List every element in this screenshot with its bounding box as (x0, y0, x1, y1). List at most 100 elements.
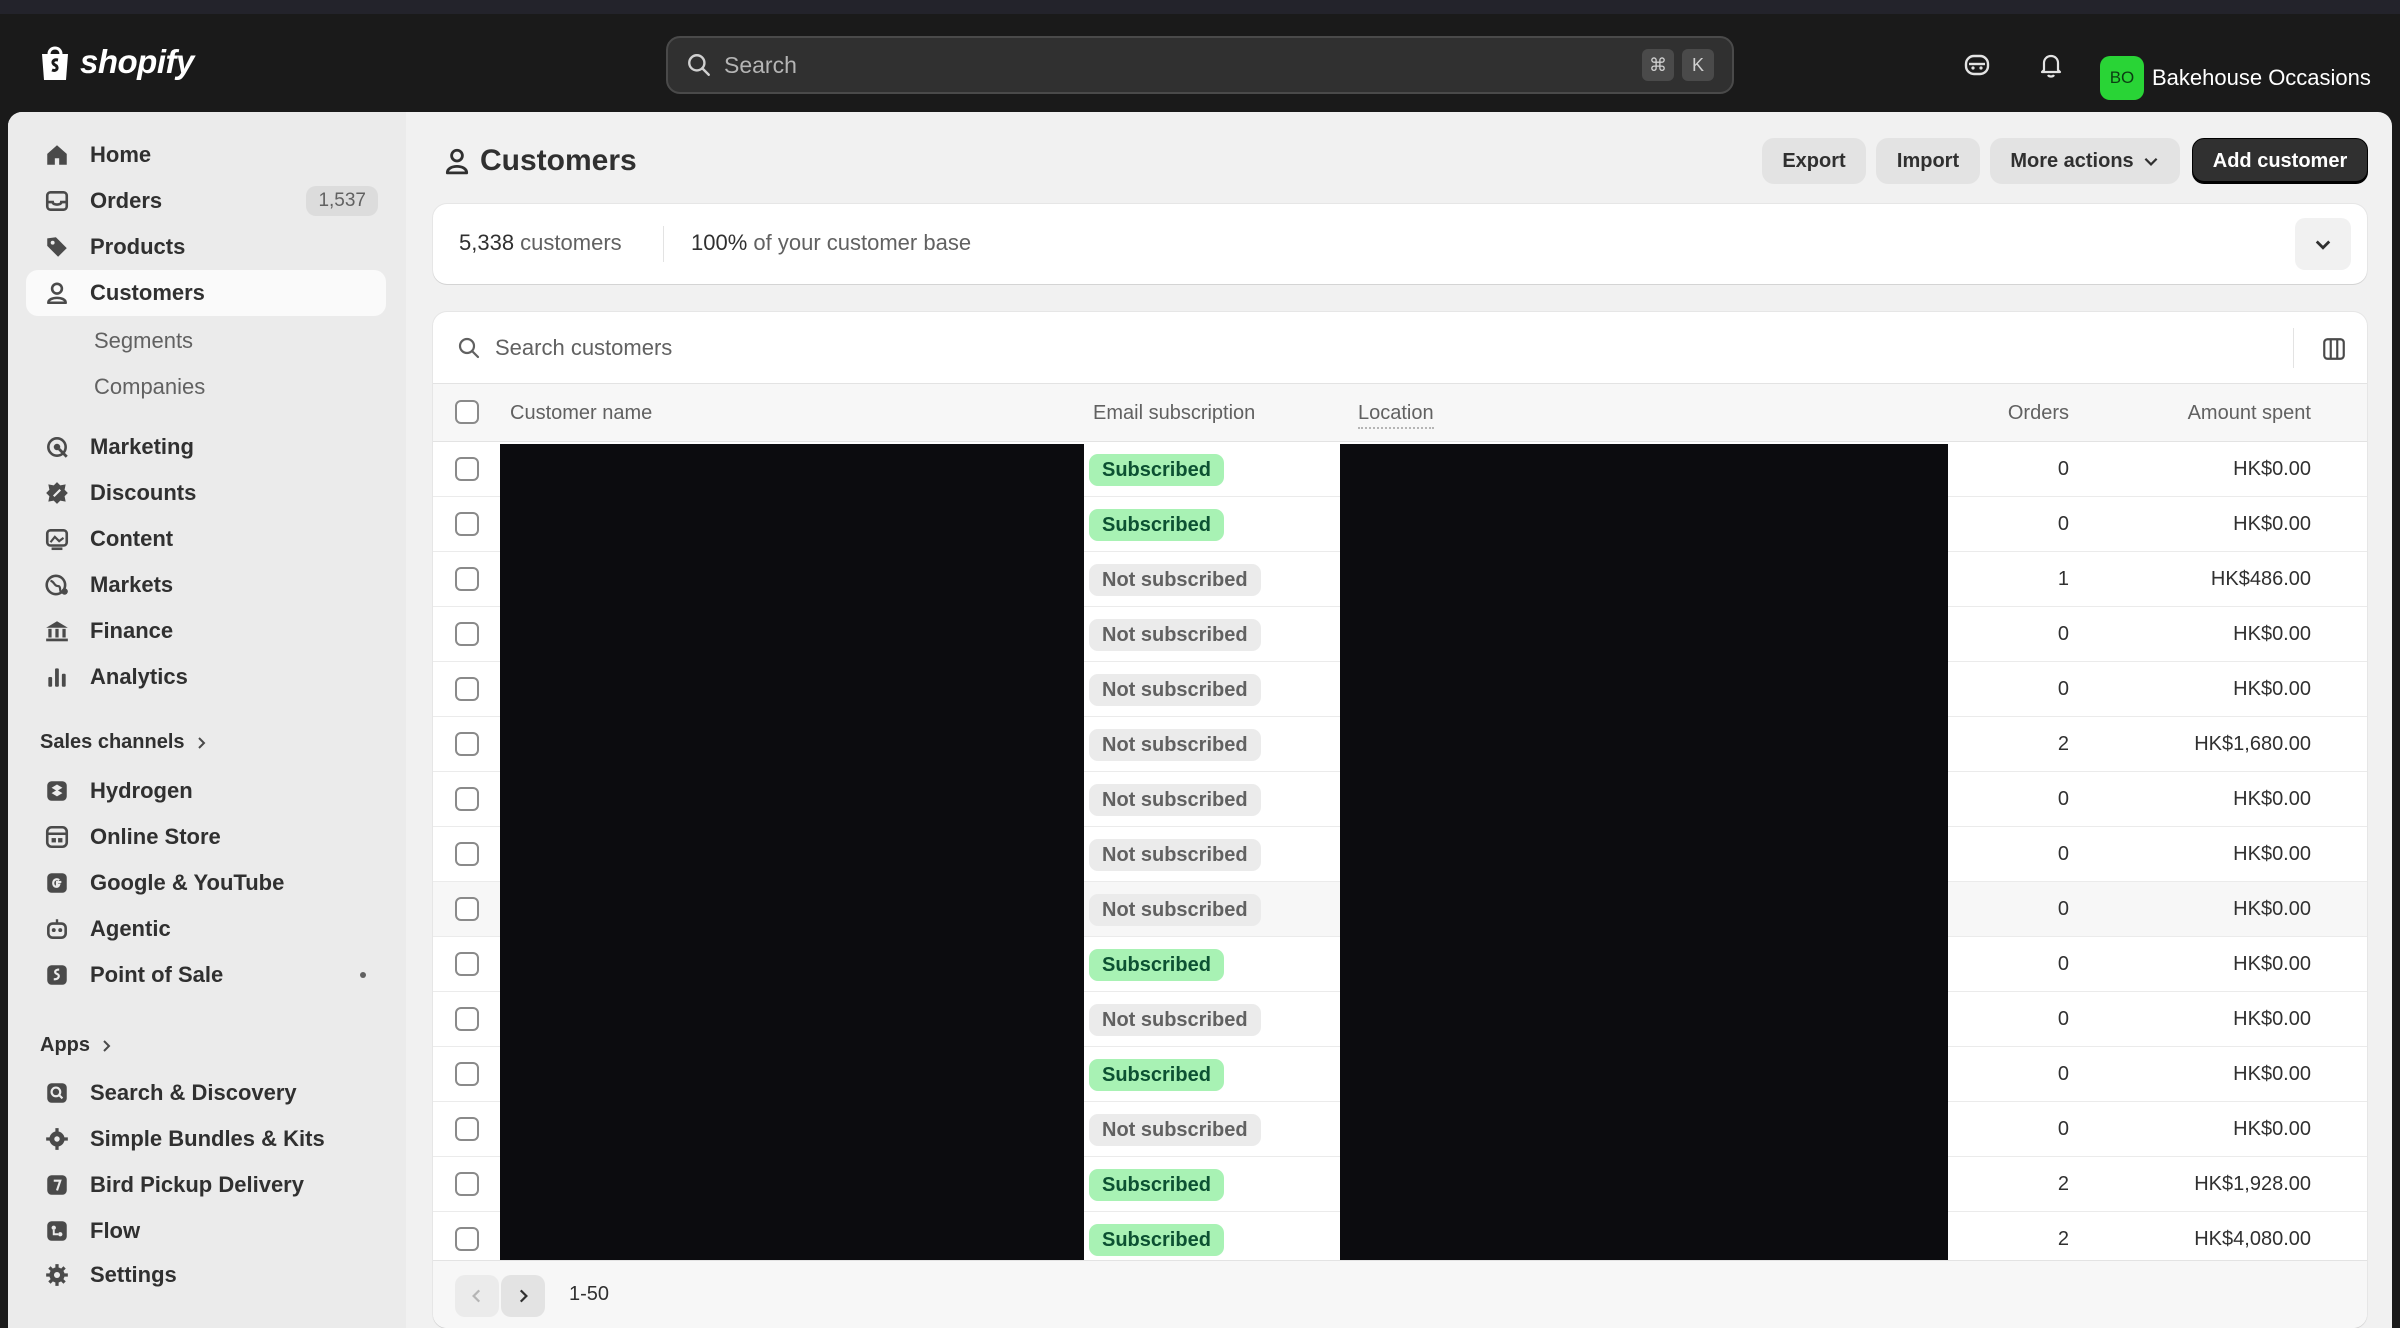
robot-icon (47, 919, 67, 939)
column-amount-spent[interactable]: Amount spent (2188, 402, 2311, 425)
row-checkbox[interactable] (455, 1062, 479, 1086)
sidebar-item-google-youtube[interactable]: Google & YouTube (26, 860, 386, 906)
customer-summary-card: 5,338 customers 100% of your customer ba… (433, 204, 2367, 284)
amount-cell: HK$0.00 (2233, 678, 2311, 700)
email-status-badge: Subscribed (1089, 454, 1224, 486)
storefront-icon (45, 825, 69, 849)
search-customers-input[interactable] (495, 330, 2195, 366)
sales-channels-heading[interactable]: Sales channels (40, 731, 209, 754)
percent-value: 100% (691, 230, 748, 255)
row-checkbox[interactable] (455, 677, 479, 701)
flow-icon (47, 1221, 67, 1241)
bank-icon (46, 621, 68, 642)
email-status-badge: Not subscribed (1089, 674, 1261, 706)
sidebar-item-marketing[interactable]: Marketing (26, 424, 386, 470)
sidebar-item-content[interactable]: Content (26, 516, 386, 562)
store-switcher[interactable]: BO Bakehouse Occasions (2100, 56, 2371, 100)
pagination-bar: 1-50 (433, 1260, 2367, 1328)
image-icon (45, 529, 69, 551)
amount-cell: HK$0.00 (2233, 953, 2311, 975)
expand-summary-button[interactable] (2295, 218, 2351, 270)
amount-cell: HK$0.00 (2233, 788, 2311, 810)
column-location[interactable]: Location (1358, 402, 1434, 429)
column-email-subscription[interactable]: Email subscription (1093, 402, 1255, 425)
sidebar-item-label: Content (90, 526, 174, 551)
orders-cell: 0 (2057, 1063, 2069, 1085)
row-checkbox[interactable] (455, 1172, 479, 1196)
global-search-bar[interactable]: Search ⌘ K (666, 36, 1734, 94)
divider (663, 226, 664, 262)
sidebar-item-home[interactable]: Home (26, 132, 386, 178)
row-checkbox[interactable] (455, 457, 479, 481)
sidebar-item-settings[interactable]: Settings (26, 1252, 386, 1298)
more-actions-button[interactable]: More actions (1990, 138, 2180, 184)
export-button[interactable]: Export (1762, 138, 1866, 184)
row-checkbox[interactable] (455, 512, 479, 536)
redacted-locations (1340, 444, 1948, 1274)
orders-cell: 0 (2057, 1118, 2069, 1140)
column-customer-name[interactable]: Customer name (510, 402, 652, 425)
sidekick-icon[interactable] (1962, 50, 1992, 80)
orders-cell: 0 (2057, 898, 2069, 920)
sidebar-item-flow[interactable]: Flow (26, 1208, 386, 1254)
divider (2293, 328, 2294, 368)
bell-icon[interactable] (2036, 50, 2066, 80)
row-checkbox[interactable] (455, 952, 479, 976)
add-customer-button[interactable]: Add customer (2192, 138, 2368, 184)
row-checkbox[interactable] (455, 1117, 479, 1141)
sidebar-item-label: Flow (90, 1218, 141, 1243)
sidebar-item-point-of-sale[interactable]: Point of Sale (26, 952, 386, 998)
row-checkbox[interactable] (455, 1227, 479, 1251)
sidebar-item-label: Orders (90, 188, 163, 213)
sidebar-item-agentic[interactable]: Agentic (26, 906, 386, 952)
row-checkbox[interactable] (455, 1007, 479, 1031)
email-status-badge: Not subscribed (1089, 1004, 1261, 1036)
sidebar-item-analytics[interactable]: Analytics (26, 654, 386, 700)
row-checkbox[interactable] (455, 787, 479, 811)
person-icon (47, 282, 67, 305)
amount-cell: HK$486.00 (2210, 568, 2311, 590)
orders-cell: 2 (2057, 1173, 2069, 1195)
sidebar-subitem-segments[interactable]: Segments (94, 328, 193, 354)
amount-cell: HK$0.00 (2233, 513, 2311, 535)
row-checkbox[interactable] (455, 622, 479, 646)
bar-chart-icon (48, 668, 66, 687)
sidebar-item-hydrogen[interactable]: Hydrogen (26, 768, 386, 814)
sidebar-item-discounts[interactable]: Discounts (26, 470, 386, 516)
percent-suffix: of your customer base (747, 230, 972, 255)
row-checkbox[interactable] (455, 842, 479, 866)
sidebar-item-orders[interactable]: Orders 1,537 (26, 178, 386, 224)
logo-text: shopify (80, 43, 194, 80)
sidebar-item-finance[interactable]: Finance (26, 608, 386, 654)
email-status-badge: Not subscribed (1089, 564, 1261, 596)
next-page-button[interactable] (501, 1275, 545, 1317)
sidebar-item-simple-bundles[interactable]: Simple Bundles & Kits (26, 1116, 386, 1162)
google-icon (47, 873, 67, 893)
sidebar-subitem-companies[interactable]: Companies (94, 374, 205, 400)
apps-heading[interactable]: Apps (40, 1034, 114, 1057)
previous-page-button[interactable] (455, 1275, 499, 1317)
columns-icon[interactable] (2321, 336, 2347, 362)
chevron-left-icon (472, 1289, 481, 1303)
sidebar-item-products[interactable]: Products (26, 224, 386, 270)
email-status-badge: Not subscribed (1089, 894, 1261, 926)
column-orders[interactable]: Orders (2008, 402, 2069, 425)
customer-count-suffix: customers (514, 230, 622, 255)
email-status-badge: Not subscribed (1089, 839, 1261, 871)
shopify-logo[interactable]: shopify (38, 42, 194, 82)
import-button[interactable]: Import (1876, 138, 1980, 184)
email-status-badge: Subscribed (1089, 1224, 1224, 1256)
row-checkbox[interactable] (455, 897, 479, 921)
pos-icon (47, 965, 67, 985)
sidebar-item-customers[interactable]: Customers (26, 270, 386, 316)
sidebar-item-online-store[interactable]: Online Store (26, 814, 386, 860)
row-checkbox[interactable] (455, 732, 479, 756)
sidebar-item-markets[interactable]: Markets (26, 562, 386, 608)
sidebar-item-bird-pickup[interactable]: Bird Pickup Delivery (26, 1162, 386, 1208)
orders-cell: 0 (2057, 1008, 2069, 1030)
row-checkbox[interactable] (455, 567, 479, 591)
select-all-checkbox[interactable] (455, 400, 479, 424)
sidebar-item-search-discovery[interactable]: Search & Discovery (26, 1070, 386, 1116)
orders-cell: 0 (2057, 843, 2069, 865)
chevron-down-icon (2315, 240, 2331, 250)
